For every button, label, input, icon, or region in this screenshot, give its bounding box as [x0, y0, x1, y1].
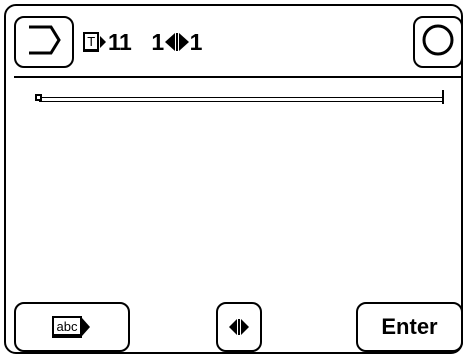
font-size-indicator: T 11	[83, 28, 132, 56]
circle-icon	[420, 22, 456, 63]
back-button[interactable]	[14, 16, 74, 68]
back-bracket-icon	[25, 23, 63, 62]
spacing-arrows-icon	[229, 319, 249, 335]
status-indicators: T 11 1 1	[83, 28, 202, 56]
keyboard-mode-label: abc	[51, 316, 83, 338]
text-cursor	[35, 94, 42, 101]
header-divider	[14, 76, 463, 78]
enter-label: Enter	[381, 314, 438, 339]
enter-button[interactable]: Enter	[356, 302, 463, 352]
text-baseline	[39, 97, 444, 102]
spacing-button[interactable]	[216, 302, 262, 352]
circle-button[interactable]	[413, 16, 463, 68]
font-size-value: 11	[108, 28, 132, 55]
spacing-indicator: 1 1	[151, 29, 202, 56]
label-editor-screen: T 11 1 1 abc Enter	[0, 0, 469, 358]
spacing-left-value: 1	[151, 28, 164, 55]
keyboard-mode-button[interactable]: abc	[14, 302, 130, 352]
font-arrow-icon	[100, 36, 106, 48]
font-tag-icon: T	[83, 32, 99, 52]
abc-keyboard-icon: abc	[51, 316, 93, 338]
spacing-right-value: 1	[189, 28, 203, 55]
spacing-arrows-icon	[164, 33, 189, 51]
line-end-marker	[442, 90, 444, 104]
